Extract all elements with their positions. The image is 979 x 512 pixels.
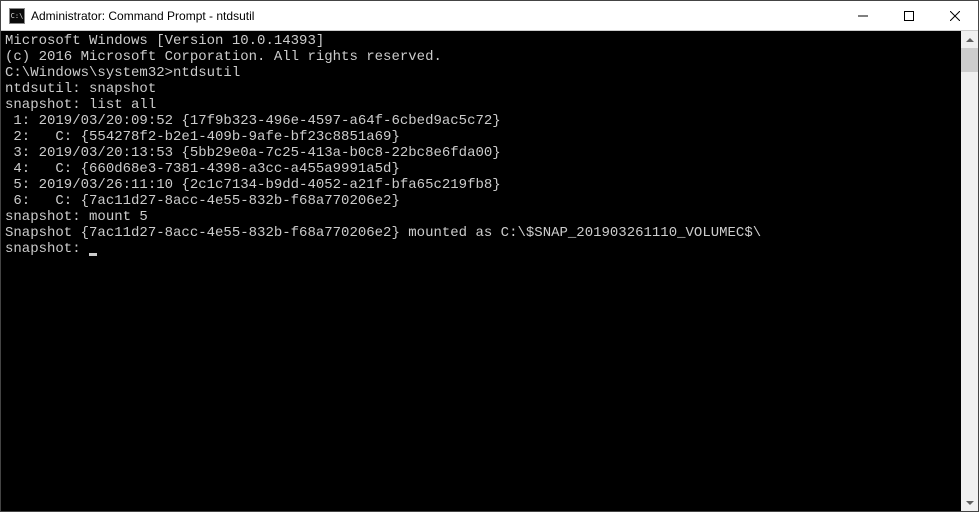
close-icon — [950, 11, 960, 21]
text-cursor — [89, 253, 97, 256]
terminal-line: 2: C: {554278f2-b2e1-409b-9afe-bf23c8851… — [5, 129, 957, 145]
minimize-button[interactable] — [840, 1, 886, 30]
terminal-line: C:\Windows\system32>ntdsutil — [5, 65, 957, 81]
terminal-line: 4: C: {660d68e3-7381-4398-a3cc-a455a9991… — [5, 161, 957, 177]
terminal-line: snapshot: mount 5 — [5, 209, 957, 225]
scroll-track[interactable] — [961, 48, 978, 494]
terminal-line: snapshot: — [5, 241, 957, 257]
terminal-line: 6: C: {7ac11d27-8acc-4e55-832b-f68a77020… — [5, 193, 957, 209]
terminal-line: Microsoft Windows [Version 10.0.14393] — [5, 33, 957, 49]
terminal-line: snapshot: list all — [5, 97, 957, 113]
maximize-icon — [904, 11, 914, 21]
minimize-icon — [858, 11, 868, 21]
terminal-line: 1: 2019/03/20:09:52 {17f9b323-496e-4597-… — [5, 113, 957, 129]
maximize-button[interactable] — [886, 1, 932, 30]
terminal-line: (c) 2016 Microsoft Corporation. All righ… — [5, 49, 957, 65]
scroll-down-button[interactable] — [961, 494, 978, 511]
vertical-scrollbar[interactable] — [961, 31, 978, 511]
window-title: Administrator: Command Prompt - ntdsutil — [31, 9, 840, 23]
terminal-line: 5: 2019/03/26:11:10 {2c1c7134-b9dd-4052-… — [5, 177, 957, 193]
scroll-up-button[interactable] — [961, 31, 978, 48]
window-controls — [840, 1, 978, 30]
terminal-line: ntdsutil: snapshot — [5, 81, 957, 97]
terminal-line: 3: 2019/03/20:13:53 {5bb29e0a-7c25-413a-… — [5, 145, 957, 161]
terminal-output[interactable]: Microsoft Windows [Version 10.0.14393](c… — [1, 31, 961, 511]
chevron-up-icon — [966, 38, 974, 42]
close-button[interactable] — [932, 1, 978, 30]
app-icon: C:\ — [9, 8, 25, 24]
scroll-thumb[interactable] — [961, 48, 978, 72]
terminal-line: Snapshot {7ac11d27-8acc-4e55-832b-f68a77… — [5, 225, 957, 241]
window-titlebar: C:\ Administrator: Command Prompt - ntds… — [1, 1, 978, 31]
chevron-down-icon — [966, 501, 974, 505]
